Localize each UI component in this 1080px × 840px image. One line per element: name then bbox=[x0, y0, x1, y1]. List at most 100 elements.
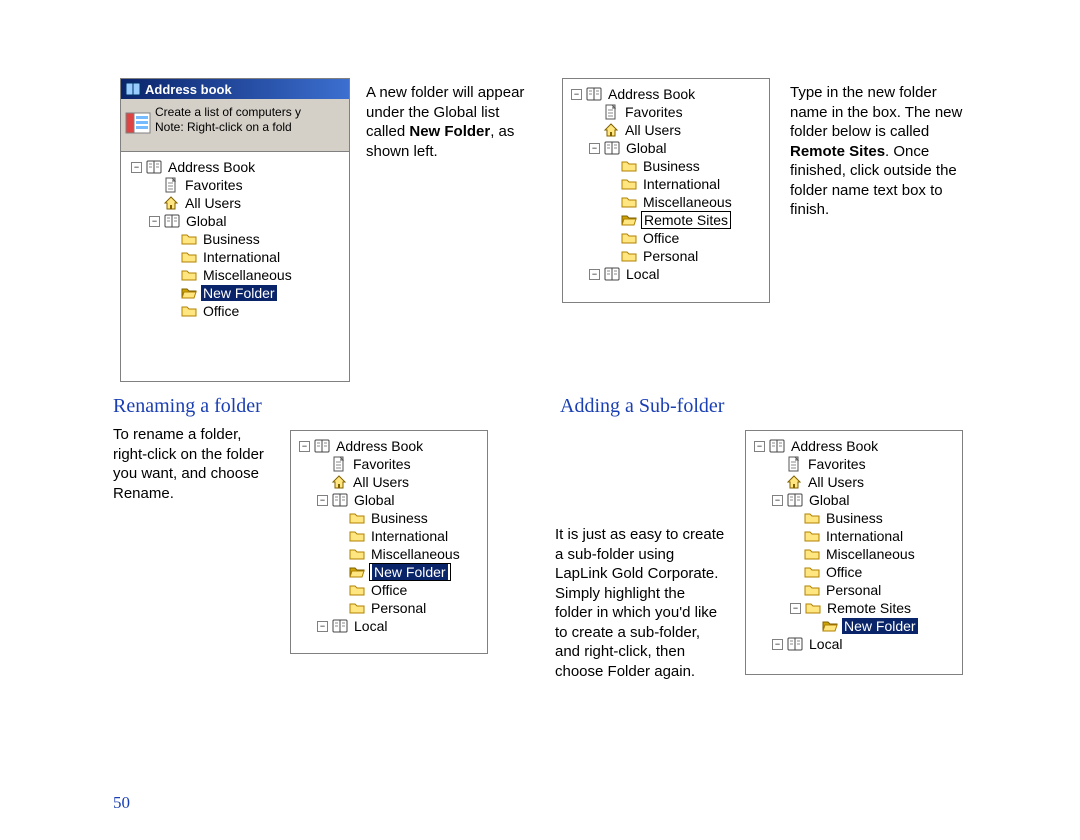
tree-row[interactable]: −Global bbox=[750, 491, 958, 509]
doc-icon bbox=[786, 456, 802, 472]
tree-row[interactable]: −Address Book bbox=[125, 158, 345, 176]
folder-icon bbox=[804, 528, 820, 544]
tree-row[interactable]: −Address Book bbox=[750, 437, 958, 455]
tree-row[interactable]: −Global bbox=[125, 212, 345, 230]
folder-icon bbox=[181, 231, 197, 247]
tree-row[interactable]: Miscellaneous bbox=[125, 266, 345, 284]
tree-row[interactable]: Miscellaneous bbox=[567, 193, 765, 211]
tree-row[interactable]: Office bbox=[750, 563, 958, 581]
folder-icon bbox=[621, 176, 637, 192]
hint-line2: Note: Right-click on a fold bbox=[155, 120, 292, 134]
tree-row[interactable]: International bbox=[750, 527, 958, 545]
page-number: 50 bbox=[113, 793, 130, 813]
tree-2: −Address Book Favorites All Users −Globa… bbox=[291, 431, 487, 639]
tree-row[interactable]: New Folder bbox=[125, 284, 345, 302]
tree-row[interactable]: −Local bbox=[750, 635, 958, 653]
tree-1: −Address Book Favorites All Users −Globa… bbox=[121, 152, 349, 324]
doc-icon bbox=[163, 177, 179, 193]
collapse-icon[interactable]: − bbox=[790, 603, 801, 614]
tree-row[interactable]: Office bbox=[567, 229, 765, 247]
folder-icon bbox=[181, 267, 197, 283]
tree-4: −Address Book Favorites All Users −Globa… bbox=[746, 431, 962, 657]
collapse-icon[interactable]: − bbox=[571, 89, 582, 100]
tree-row[interactable]: Favorites bbox=[567, 103, 765, 121]
book-icon bbox=[314, 438, 330, 454]
tree-row[interactable]: −Global bbox=[295, 491, 483, 509]
tree-row[interactable]: Office bbox=[125, 302, 345, 320]
collapse-icon[interactable]: − bbox=[131, 162, 142, 173]
folder-icon bbox=[621, 248, 637, 264]
collapse-icon[interactable]: − bbox=[317, 621, 328, 632]
collapse-icon[interactable]: − bbox=[772, 495, 783, 506]
tree-row[interactable]: Business bbox=[750, 509, 958, 527]
collapse-icon[interactable]: − bbox=[149, 216, 160, 227]
hint-strip: Create a list of computers y Note: Right… bbox=[120, 99, 350, 152]
tree-row[interactable]: Personal bbox=[567, 247, 765, 265]
tree-row[interactable]: Favorites bbox=[125, 176, 345, 194]
tree-row[interactable]: All Users bbox=[295, 473, 483, 491]
window-title: Address book bbox=[145, 82, 232, 97]
home-icon bbox=[163, 195, 179, 211]
selected-item: New Folder bbox=[201, 285, 277, 301]
collapse-icon[interactable]: − bbox=[772, 639, 783, 650]
tree-row[interactable]: Business bbox=[295, 509, 483, 527]
para-subfolder: It is just as easy to create a sub-folde… bbox=[555, 525, 725, 681]
folder-open-icon bbox=[621, 212, 637, 228]
tree-row[interactable]: International bbox=[567, 175, 765, 193]
para-new-folder: A new folder will appear under the Globa… bbox=[366, 83, 526, 161]
tree-row[interactable]: −Local bbox=[567, 265, 765, 283]
tree-row[interactable]: All Users bbox=[750, 473, 958, 491]
tree-row[interactable]: All Users bbox=[125, 194, 345, 212]
folder-open-icon bbox=[181, 285, 197, 301]
rename-input[interactable]: Remote Sites bbox=[641, 211, 731, 229]
tree-row[interactable]: Miscellaneous bbox=[295, 545, 483, 563]
folder-icon bbox=[349, 600, 365, 616]
collapse-icon[interactable]: − bbox=[589, 143, 600, 154]
para-remote-sites: Type in the new folder name in the box. … bbox=[790, 83, 965, 220]
folder-icon bbox=[621, 194, 637, 210]
folder-open-icon bbox=[349, 564, 365, 580]
tree-3: −Address Book Favorites All Users −Globa… bbox=[563, 79, 769, 287]
tree-row[interactable]: Favorites bbox=[295, 455, 483, 473]
collapse-icon[interactable]: − bbox=[589, 269, 600, 280]
tree-row[interactable]: Favorites bbox=[750, 455, 958, 473]
tree-row[interactable]: Remote Sites bbox=[567, 211, 765, 229]
folder-icon bbox=[349, 546, 365, 562]
tree-row[interactable]: Business bbox=[125, 230, 345, 248]
selected-item: New Folder bbox=[842, 618, 918, 634]
collapse-icon[interactable]: − bbox=[299, 441, 310, 452]
tree-row[interactable]: −Address Book bbox=[295, 437, 483, 455]
collapse-icon[interactable]: − bbox=[754, 441, 765, 452]
tree-row[interactable]: −Global bbox=[567, 139, 765, 157]
tree-row[interactable]: International bbox=[125, 248, 345, 266]
home-icon bbox=[786, 474, 802, 490]
tree-row[interactable]: Miscellaneous bbox=[750, 545, 958, 563]
tree-row[interactable]: New Folder bbox=[750, 617, 958, 635]
tree-row[interactable]: All Users bbox=[567, 121, 765, 139]
tree-row[interactable]: Personal bbox=[750, 581, 958, 599]
folder-icon bbox=[349, 528, 365, 544]
tree-row[interactable]: Personal bbox=[295, 599, 483, 617]
folder-icon bbox=[804, 510, 820, 526]
tree-row[interactable]: International bbox=[295, 527, 483, 545]
tree-row[interactable]: New Folder bbox=[295, 563, 483, 581]
tree-row[interactable]: −Local bbox=[295, 617, 483, 635]
doc-icon bbox=[603, 104, 619, 120]
folder-icon bbox=[804, 546, 820, 562]
book-icon bbox=[769, 438, 785, 454]
book-icon bbox=[787, 492, 803, 508]
folder-icon bbox=[349, 510, 365, 526]
tree-row[interactable]: Business bbox=[567, 157, 765, 175]
tree-row[interactable]: Office bbox=[295, 581, 483, 599]
book-icon bbox=[146, 159, 162, 175]
tree-row[interactable]: −Address Book bbox=[567, 85, 765, 103]
book-icon bbox=[125, 81, 141, 97]
collapse-icon[interactable]: − bbox=[317, 495, 328, 506]
list-icon bbox=[124, 109, 152, 137]
tree-row[interactable]: −Remote Sites bbox=[750, 599, 958, 617]
panel-tree2: −Address Book Favorites All Users −Globa… bbox=[290, 430, 488, 654]
heading-renaming: Renaming a folder bbox=[113, 395, 262, 418]
rename-input[interactable]: New Folder bbox=[369, 563, 451, 581]
home-icon bbox=[331, 474, 347, 490]
titlebar: Address book bbox=[120, 78, 350, 99]
